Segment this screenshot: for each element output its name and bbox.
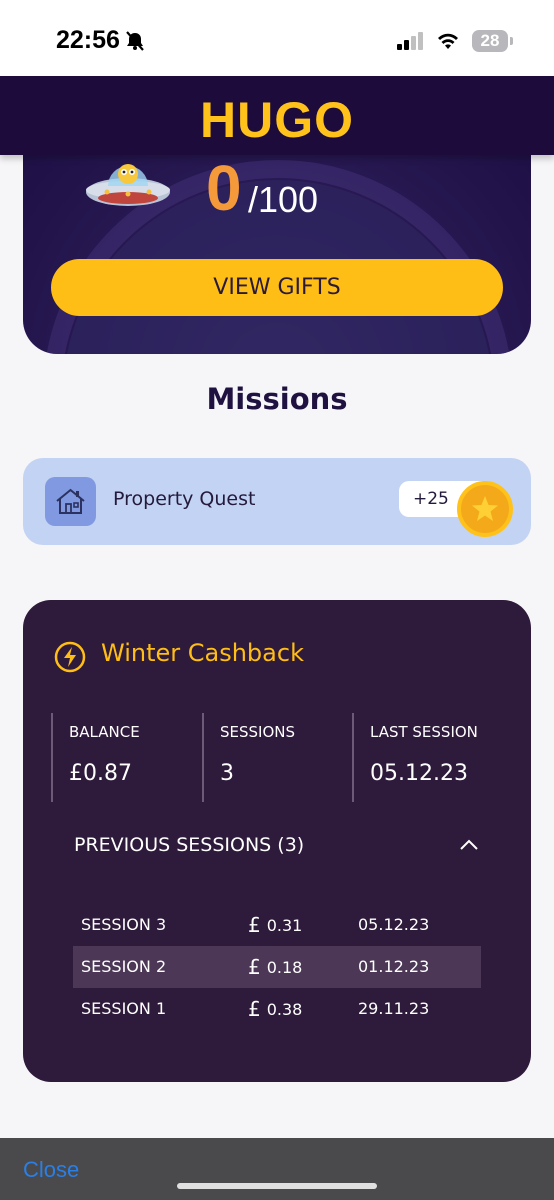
status-time: 22:56 (56, 26, 120, 54)
table-row: SESSION 3 £0.31 05.12.23 (73, 904, 481, 946)
house-icon (56, 488, 85, 514)
stat-value: 3 (220, 761, 234, 786)
missions-title: Missions (206, 382, 348, 416)
session-amount: £0.18 (248, 955, 303, 979)
stat-sessions: SESSIONS 3 (202, 713, 295, 802)
bottom-toolbar: Close (0, 1138, 554, 1200)
stat-label: LAST SESSION (370, 723, 478, 741)
stat-label: SESSIONS (220, 723, 296, 741)
stat-balance: BALANCE £0.87 (51, 713, 140, 802)
wifi-icon (438, 33, 458, 49)
points-max: /100 (248, 179, 319, 220)
mission-card-property-quest[interactable]: Property Quest +25 (23, 458, 531, 545)
chevron-up-icon[interactable] (459, 839, 479, 851)
app-logo: HUGO (200, 92, 354, 148)
previous-sessions-toggle[interactable]: PREVIOUS SESSIONS (3) (74, 834, 304, 856)
session-amount: £0.38 (248, 997, 303, 1021)
session-name: SESSION 3 (81, 915, 167, 934)
cashback-title: Winter Cashback (101, 639, 304, 667)
winter-cashback-card: Winter Cashback BALANCE £0.87 SESSIONS 3… (23, 600, 531, 1082)
stat-value: £0.87 (69, 761, 132, 786)
session-name: SESSION 1 (81, 999, 167, 1018)
sessions-table: SESSION 3 £0.31 05.12.23 SESSION 2 £0.18… (73, 904, 481, 1030)
home-indicator[interactable] (177, 1183, 377, 1189)
status-bar: 22:56 28 (0, 0, 554, 78)
session-name: SESSION 2 (81, 957, 167, 976)
session-date: 01.12.23 (358, 957, 430, 976)
mission-label: Property Quest (113, 488, 256, 510)
star-coin-icon (457, 481, 513, 537)
view-gifts-button[interactable]: VIEW GIFTS (51, 259, 503, 316)
ufo-mascot-icon (86, 164, 170, 206)
table-row: SESSION 2 £0.18 01.12.23 (73, 946, 481, 988)
bell-muted-icon (126, 31, 144, 51)
table-row: SESSION 1 £0.38 29.11.23 (73, 988, 481, 1030)
close-button[interactable]: Close (23, 1157, 79, 1183)
points-value: 0 (206, 152, 242, 224)
session-date: 05.12.23 (358, 915, 430, 934)
battery-indicator: 28 (472, 30, 508, 52)
stat-label: BALANCE (69, 723, 140, 741)
signal-icon (397, 32, 423, 50)
session-date: 29.11.23 (358, 999, 430, 1018)
lightning-bolt-icon (54, 641, 86, 673)
points-hero-card: 0 /100 VIEW GIFTS (23, 120, 531, 354)
session-amount: £0.31 (248, 913, 303, 937)
stat-value: 05.12.23 (370, 761, 468, 786)
app-header: HUGO (0, 76, 554, 155)
mission-icon-box (45, 477, 96, 526)
stat-last-session: LAST SESSION 05.12.23 (352, 713, 478, 802)
battery-tip (510, 37, 513, 45)
